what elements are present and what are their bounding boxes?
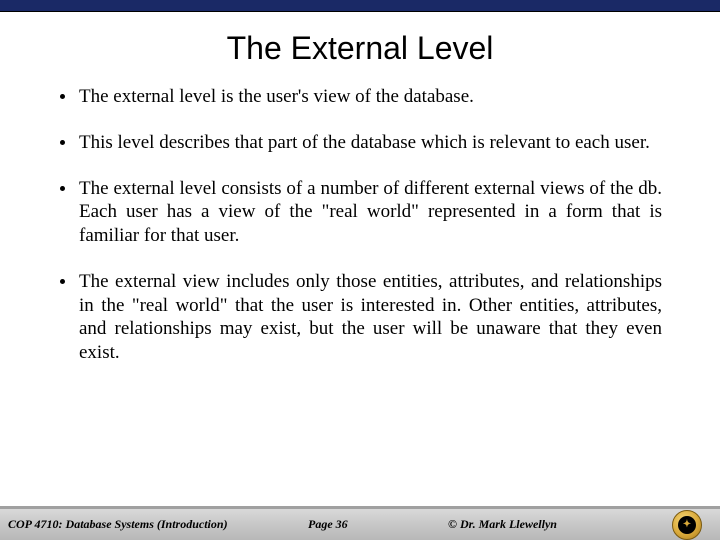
bullet-item: The external level is the user's view of…	[58, 85, 662, 109]
bullet-text: The external level is the user's view of…	[79, 85, 662, 109]
footer-bar: COP 4710: Database Systems (Introduction…	[0, 506, 720, 540]
logo-outer-circle: ✦	[672, 510, 702, 540]
logo-letter-icon: ✦	[683, 520, 691, 530]
content-area: The external level is the user's view of…	[0, 85, 720, 365]
bullet-item: The external level consists of a number …	[58, 177, 662, 248]
bullet-dot-icon	[60, 94, 65, 99]
bullet-text: The external level consists of a number …	[79, 177, 662, 248]
logo-inner-circle: ✦	[678, 516, 696, 534]
footer-course: COP 4710: Database Systems (Introduction…	[8, 517, 308, 532]
slide-title: The External Level	[0, 30, 720, 67]
footer-page: Page 36	[308, 517, 448, 532]
bullet-dot-icon	[60, 140, 65, 145]
bullet-item: The external view includes only those en…	[58, 270, 662, 365]
bullet-item: This level describes that part of the da…	[58, 131, 662, 155]
bullet-dot-icon	[60, 279, 65, 284]
bullet-text: The external view includes only those en…	[79, 270, 662, 365]
bullet-text: This level describes that part of the da…	[79, 131, 662, 155]
footer-copyright: © Dr. Mark Llewellyn	[448, 517, 628, 532]
bullet-dot-icon	[60, 186, 65, 191]
top-accent-bar	[0, 0, 720, 12]
footer-logo: ✦	[672, 510, 702, 540]
